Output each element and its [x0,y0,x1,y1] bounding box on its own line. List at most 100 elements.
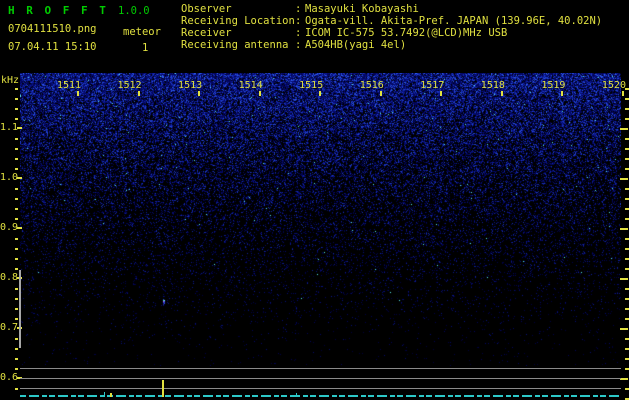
right-minor-tick [625,238,629,240]
right-minor-tick [625,98,629,100]
freq-minor-tick [15,368,18,370]
time-tick [379,91,382,96]
time-tick-label: 1512 [117,80,142,91]
freq-minor-tick [15,308,18,310]
info-colon: : [295,3,302,15]
right-minor-tick [625,218,629,220]
freq-axis-unit: kHz [1,75,20,86]
freq-major-tick [17,127,22,129]
right-minor-tick [625,148,629,150]
right-minor-tick [625,198,629,200]
info-row-antenna: Receiving antenna : A504HB(yagi 4el) [181,39,629,51]
freq-minor-tick [15,348,18,350]
freq-minor-tick [15,218,18,220]
time-tick-label: 1511 [56,80,82,91]
right-minor-tick [625,268,629,270]
right-minor-tick [625,168,629,170]
right-minor-tick [625,388,629,390]
right-major-tick [620,378,628,380]
freq-tick-label: 0.6 [0,372,19,383]
hrofft-screen: H R O F F T 1.0.0 0704111510.png meteor … [0,0,629,400]
freq-tick-label: 1.1 [0,122,19,133]
scale-bar [19,270,21,348]
freq-minor-tick [15,258,18,260]
freq-major-tick [17,227,22,229]
time-tick-label: 1520 [601,80,626,91]
info-value: Ogata-vill. Akita-Pref. JAPAN (139.96E, … [305,15,603,27]
time-tick-label: 1517 [420,80,445,91]
station-info: Observer : Masayuki Kobayashi Receiving … [181,3,629,51]
right-major-tick [620,278,628,280]
level-mark-cyan [104,392,105,396]
right-minor-tick [625,358,629,360]
freq-minor-tick [15,188,18,190]
freq-major-tick [17,177,22,179]
right-major-tick [620,228,628,230]
level-mark-cyan [296,393,297,396]
filename: 0704111510.png [8,23,97,35]
freq-minor-tick [15,288,18,290]
right-minor-tick [625,318,629,320]
time-tick [137,91,140,96]
time-tick [258,91,261,96]
freq-minor-tick [15,318,18,320]
level-gridline [20,378,621,379]
time-tick-label: 1516 [359,80,384,91]
right-major-tick [620,178,628,180]
freq-minor-tick [15,358,18,360]
time-tick-label: 1519 [541,80,566,91]
time-tick [319,91,322,96]
freq-minor-tick [15,248,18,250]
freq-minor-tick [15,208,18,210]
time-tick-label: 1518 [480,80,505,91]
right-minor-tick [625,298,629,300]
right-minor-tick [625,188,629,190]
right-major-tick [620,328,628,330]
info-colon: : [295,39,302,51]
right-minor-tick [625,108,629,110]
right-minor-tick [625,118,629,120]
time-tick [440,91,443,96]
right-minor-tick [625,368,629,370]
info-row-observer: Observer : Masayuki Kobayashi [181,3,629,15]
freq-minor-tick [15,388,18,390]
freq-minor-tick [15,138,18,140]
right-minor-tick [625,258,629,260]
freq-minor-tick [15,338,18,340]
right-minor-tick [625,138,629,140]
freq-minor-tick [15,148,18,150]
level-gridline [20,368,621,369]
right-minor-tick [625,158,629,160]
time-tick-label: 1514 [238,80,263,91]
freq-minor-tick [15,98,18,100]
right-minor-tick [625,288,629,290]
info-colon: : [295,15,302,27]
info-value: A504HB(yagi 4el) [305,39,407,51]
right-minor-tick [625,208,629,210]
freq-minor-tick [15,108,18,110]
time-tick [621,91,624,96]
freq-tick-label: 0.7 [0,322,19,333]
time-tick [500,91,503,96]
time-tick-label: 1513 [178,80,203,91]
right-minor-tick [625,248,629,250]
freq-minor-tick [15,168,18,170]
freq-minor-tick [15,118,18,120]
freq-minor-tick [15,268,18,270]
level-gridline [20,388,621,389]
info-row-receiver: Receiver : ICOM IC-575 53.7492(@LCD)MHz … [181,27,629,39]
time-tick [198,91,201,96]
datetime: 07.04.11 15:10 [8,41,97,53]
freq-minor-tick [15,198,18,200]
info-colon: : [295,27,302,39]
freq-minor-tick [15,238,18,240]
meteor-spike [162,380,164,397]
info-value: Masayuki Kobayashi [305,3,419,15]
level-mark-yellow [110,393,112,397]
right-minor-tick [625,308,629,310]
freq-minor-tick [15,298,18,300]
time-tick-label: 1515 [299,80,324,91]
info-row-location: Receiving Location : Ogata-vill. Akita-P… [181,15,629,27]
app-version: 1.0.0 [118,5,150,17]
meteor-count: 1 [142,42,149,54]
